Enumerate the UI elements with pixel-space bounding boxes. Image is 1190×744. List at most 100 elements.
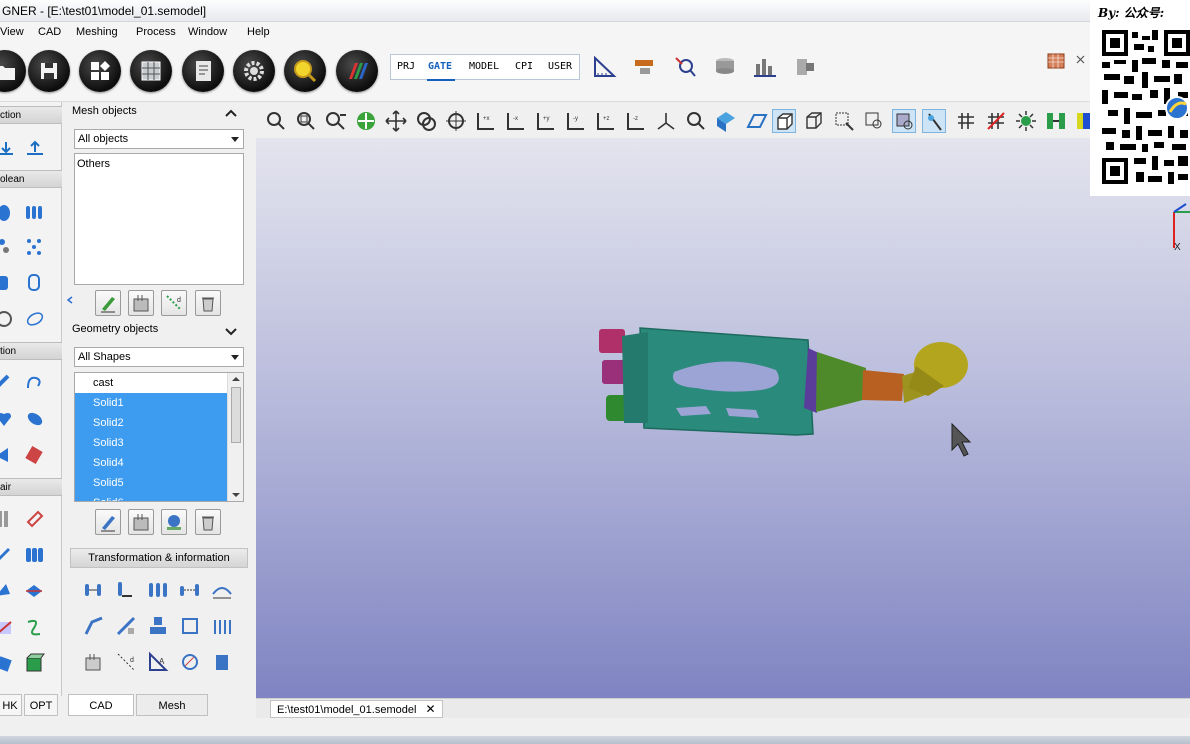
view-top-icon[interactable]: +y bbox=[534, 109, 558, 133]
collapse-down-icon[interactable] bbox=[224, 326, 238, 336]
measure-box-icon[interactable] bbox=[82, 650, 106, 674]
inspect-icon[interactable] bbox=[178, 650, 202, 674]
collapse-up-icon[interactable] bbox=[224, 108, 238, 118]
list-scrollbar[interactable] bbox=[227, 373, 243, 501]
export-part-icon[interactable] bbox=[792, 54, 818, 80]
properties-icon[interactable] bbox=[210, 650, 234, 674]
hatch-icon[interactable] bbox=[0, 616, 16, 638]
wireframe-view-icon[interactable] bbox=[802, 109, 826, 133]
boolean-union-icon[interactable] bbox=[0, 202, 16, 224]
upload-down-icon[interactable] bbox=[0, 138, 18, 160]
brush-icon[interactable] bbox=[24, 508, 46, 530]
shaded-view-icon[interactable] bbox=[714, 109, 738, 133]
scroll-up-icon[interactable] bbox=[228, 373, 244, 385]
light-icon[interactable] bbox=[1014, 109, 1038, 133]
tab-gate[interactable]: GATE bbox=[428, 61, 452, 72]
tab-model[interactable]: MODEL bbox=[469, 61, 499, 72]
geometry-objects-list[interactable]: cast Solid1 Solid2 Solid3 Solid4 Solid5 … bbox=[74, 372, 244, 502]
list-item[interactable]: Others bbox=[75, 154, 243, 174]
wedge-icon[interactable] bbox=[0, 444, 16, 466]
close-view-icon[interactable] bbox=[1074, 48, 1088, 74]
align-icon[interactable] bbox=[114, 614, 138, 638]
document-tab[interactable]: E:\test01\model_01.semodel ✕ bbox=[270, 700, 443, 718]
mesh-grid-icon[interactable] bbox=[130, 50, 172, 92]
pattern-grid-icon[interactable] bbox=[210, 614, 234, 638]
list-item[interactable]: Solid5 bbox=[75, 473, 227, 493]
menu-view[interactable]: View bbox=[0, 26, 24, 38]
extrude-red-icon[interactable] bbox=[24, 444, 46, 466]
model-canvas[interactable] bbox=[256, 138, 1190, 698]
cube-render-icon[interactable] bbox=[1044, 48, 1070, 74]
grid-off-icon[interactable] bbox=[984, 109, 1008, 133]
list-item[interactable]: Solid2 bbox=[75, 413, 227, 433]
menu-window[interactable]: Window bbox=[188, 26, 227, 38]
measure-angle-icon[interactable]: A bbox=[146, 650, 170, 674]
spline-icon[interactable] bbox=[24, 616, 46, 638]
pattern-pills-icon[interactable] bbox=[24, 202, 46, 224]
tab-user[interactable]: USER bbox=[548, 61, 572, 72]
array-icon[interactable] bbox=[210, 578, 234, 602]
translate-icon[interactable] bbox=[82, 578, 106, 602]
mirror-icon[interactable] bbox=[146, 578, 170, 602]
edit-geometry-button[interactable] bbox=[95, 509, 121, 535]
zoom-dynamic-icon[interactable] bbox=[324, 109, 348, 133]
measure-line-icon[interactable]: d bbox=[114, 650, 138, 674]
zoom-fit-icon[interactable] bbox=[684, 109, 708, 133]
slant-icon[interactable] bbox=[0, 544, 16, 566]
geometry-filter-select[interactable]: All Shapes bbox=[74, 347, 244, 367]
settings-gear-icon[interactable] bbox=[233, 50, 275, 92]
section-plane-icon[interactable] bbox=[744, 109, 768, 133]
select-zoom-icon[interactable] bbox=[862, 109, 886, 133]
tab-opt[interactable]: OPT bbox=[24, 694, 58, 716]
box-outline-icon[interactable] bbox=[178, 614, 202, 638]
columns-icon[interactable] bbox=[0, 508, 16, 530]
menu-process[interactable]: Process bbox=[136, 26, 176, 38]
mesh-filter-select[interactable]: All objects bbox=[74, 129, 244, 149]
tab-cpi[interactable]: CPI bbox=[515, 61, 533, 72]
scroll-down-icon[interactable] bbox=[228, 489, 244, 501]
runner-taper[interactable] bbox=[816, 352, 866, 412]
cylinder-half-icon[interactable] bbox=[0, 272, 16, 294]
cylinder-icon[interactable] bbox=[24, 272, 46, 294]
scroll-thumb[interactable] bbox=[231, 387, 241, 443]
menu-meshing[interactable]: Meshing bbox=[76, 26, 118, 38]
ring-outline-icon[interactable] bbox=[24, 308, 46, 330]
list-item[interactable]: Solid4 bbox=[75, 453, 227, 473]
solid-box-icon[interactable] bbox=[24, 652, 46, 674]
delete-geometry-button[interactable] bbox=[195, 509, 221, 535]
pan-icon[interactable] bbox=[384, 109, 408, 133]
overflow-well-top[interactable] bbox=[599, 329, 625, 353]
view-front-icon[interactable]: +x bbox=[474, 109, 498, 133]
chart-bars-icon[interactable] bbox=[752, 54, 778, 80]
edit-mesh-button[interactable] bbox=[95, 290, 121, 316]
mesh-measure-button[interactable]: d bbox=[161, 290, 187, 316]
split-shape-icon[interactable] bbox=[24, 580, 46, 602]
capsule-icon[interactable] bbox=[24, 408, 46, 430]
mesh-info-button[interactable] bbox=[128, 290, 154, 316]
upload-up-icon[interactable] bbox=[24, 138, 46, 160]
delete-mesh-button[interactable] bbox=[195, 290, 221, 316]
list-item[interactable]: cast bbox=[75, 373, 227, 393]
select-box-icon[interactable] bbox=[832, 109, 856, 133]
rotate-icon[interactable] bbox=[114, 578, 138, 602]
color-bands-icon[interactable] bbox=[336, 50, 378, 92]
curve-hook-icon[interactable] bbox=[24, 372, 46, 394]
menu-cad[interactable]: CAD bbox=[38, 26, 61, 38]
cylinder-stack-icon[interactable] bbox=[712, 54, 738, 80]
collapse-left-icon[interactable] bbox=[66, 295, 74, 305]
layout-icon[interactable] bbox=[79, 50, 121, 92]
menu-help[interactable]: Help bbox=[247, 26, 270, 38]
zoom-window-icon[interactable] bbox=[294, 109, 318, 133]
geometry-sphere-button[interactable] bbox=[161, 509, 187, 535]
pick-tool-icon[interactable] bbox=[922, 109, 946, 133]
search-magnifier-icon[interactable] bbox=[284, 50, 326, 92]
grid-icon[interactable] bbox=[954, 109, 978, 133]
scatter-shapes-icon[interactable] bbox=[0, 236, 16, 258]
3d-viewport[interactable]: X bbox=[256, 138, 1190, 698]
solid-view-icon[interactable] bbox=[772, 109, 796, 133]
list-item[interactable]: Solid6 bbox=[75, 493, 227, 501]
heart-shape-icon[interactable] bbox=[0, 408, 16, 430]
save-icon[interactable] bbox=[28, 50, 70, 92]
mesh-objects-list[interactable]: Others bbox=[74, 153, 244, 285]
runner-section[interactable] bbox=[862, 370, 904, 401]
